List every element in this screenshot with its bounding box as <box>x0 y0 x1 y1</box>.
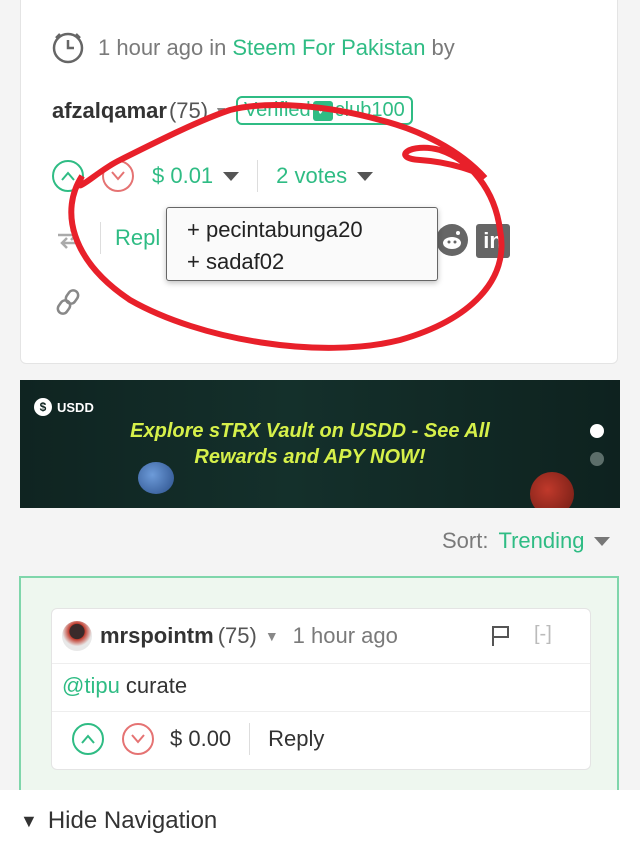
action-row: Repl <box>56 222 160 254</box>
comment-author[interactable]: mrspointm <box>100 623 214 649</box>
chevron-down-icon <box>111 171 125 181</box>
comment-text: curate <box>119 673 188 698</box>
votes-count[interactable]: 2 votes <box>276 163 347 189</box>
community-link[interactable]: Steem For Pakistan <box>232 35 425 61</box>
carousel-dot[interactable] <box>590 452 604 466</box>
voter-item[interactable]: + pecintabunga20 <box>187 214 437 246</box>
comment-time[interactable]: 1 hour ago <box>293 623 398 649</box>
check-icon: ✓ <box>312 100 333 121</box>
usdd-logo: $ USDD <box>34 398 94 416</box>
reddit-icon[interactable] <box>436 224 468 256</box>
voter-item[interactable]: + sadaf02 <box>187 246 437 278</box>
banner-line-2: Rewards and APY NOW! <box>194 446 426 468</box>
hide-navigation-label[interactable]: Hide Navigation <box>48 807 217 835</box>
badge-club-label: club100 <box>334 99 405 121</box>
reply-link[interactable]: Repl <box>115 225 160 251</box>
comment-author-reputation: (75) <box>217 623 257 648</box>
divider <box>249 723 251 755</box>
comment-body: @tipu curate <box>62 673 187 699</box>
avatar[interactable] <box>62 621 92 651</box>
dollar-icon: $ <box>34 398 52 416</box>
chevron-up-icon <box>61 171 75 181</box>
sort-dropdown-icon[interactable] <box>594 536 611 546</box>
in-word: in <box>209 35 227 60</box>
flag-icon[interactable] <box>490 625 512 647</box>
author-menu-caret[interactable]: ▼ <box>214 103 228 119</box>
chevron-up-icon <box>81 734 95 744</box>
clock-icon <box>52 32 84 64</box>
author-row: afzalqamar (75) ▼ Verified ✓ club100 <box>52 96 413 125</box>
author-name[interactable]: afzalqamar <box>52 98 167 124</box>
tron-coin-icon <box>530 472 574 508</box>
upvote-button[interactable] <box>52 160 84 192</box>
votes-dropdown-icon[interactable] <box>357 171 374 181</box>
divider <box>257 160 259 192</box>
divider <box>52 663 590 664</box>
triangle-down-icon: ▼ <box>20 810 38 831</box>
voters-popup: + pecintabunga20 + sadaf02 <box>166 207 438 281</box>
carousel-dot-active[interactable] <box>590 424 604 438</box>
divider <box>100 222 101 254</box>
verified-badge: Verified ✓ club100 <box>235 96 413 125</box>
downvote-button[interactable] <box>122 723 154 755</box>
divider <box>52 711 590 712</box>
mention-link[interactable]: @tipu <box>62 673 120 698</box>
sort-value[interactable]: Trending <box>498 528 584 554</box>
comment-header: mrspointm (75) ▼ 1 hour ago <box>62 621 398 651</box>
payout-amount[interactable]: $ 0.01 <box>152 163 213 189</box>
author-reputation: (75) <box>168 97 209 123</box>
hide-navigation-bar[interactable]: ▼ Hide Navigation <box>0 790 640 852</box>
by-word: by <box>431 35 455 60</box>
resteem-icon[interactable] <box>56 227 82 249</box>
comment-card: mrspointm (75) ▼ 1 hour ago [-] @tipu cu… <box>51 608 591 770</box>
downvote-button[interactable] <box>102 160 134 192</box>
vote-bar: $ 0.01 2 votes <box>52 160 374 192</box>
chevron-down-icon <box>131 734 145 744</box>
payout-dropdown-icon[interactable] <box>223 171 240 181</box>
sort-control[interactable]: Sort: Trending <box>442 528 611 554</box>
comment-vote-bar: $ 0.00 Reply <box>72 723 324 755</box>
author-menu-caret[interactable]: ▼ <box>265 628 279 644</box>
post-meta: 1 hour ago in Steem For Pakistan by <box>52 32 455 64</box>
usdd-ad-banner[interactable]: $ USDD Explore sTRX Vault on USDD - See … <box>20 380 620 508</box>
trx-coin-icon <box>138 462 174 494</box>
badge-verified-label: Verified <box>243 99 311 121</box>
banner-line-1: Explore sTRX Vault on USDD - See All <box>130 420 490 442</box>
upvote-button[interactable] <box>72 723 104 755</box>
collapse-toggle[interactable]: [-] <box>534 623 552 646</box>
comment-payout[interactable]: $ 0.00 <box>170 726 231 752</box>
link-icon[interactable] <box>56 288 80 316</box>
banner-brand: USDD <box>57 399 94 415</box>
linkedin-icon[interactable]: in <box>476 224 510 258</box>
comment-reply-link[interactable]: Reply <box>268 726 324 752</box>
post-time: 1 hour ago <box>98 35 204 60</box>
sort-label: Sort: <box>442 528 489 553</box>
